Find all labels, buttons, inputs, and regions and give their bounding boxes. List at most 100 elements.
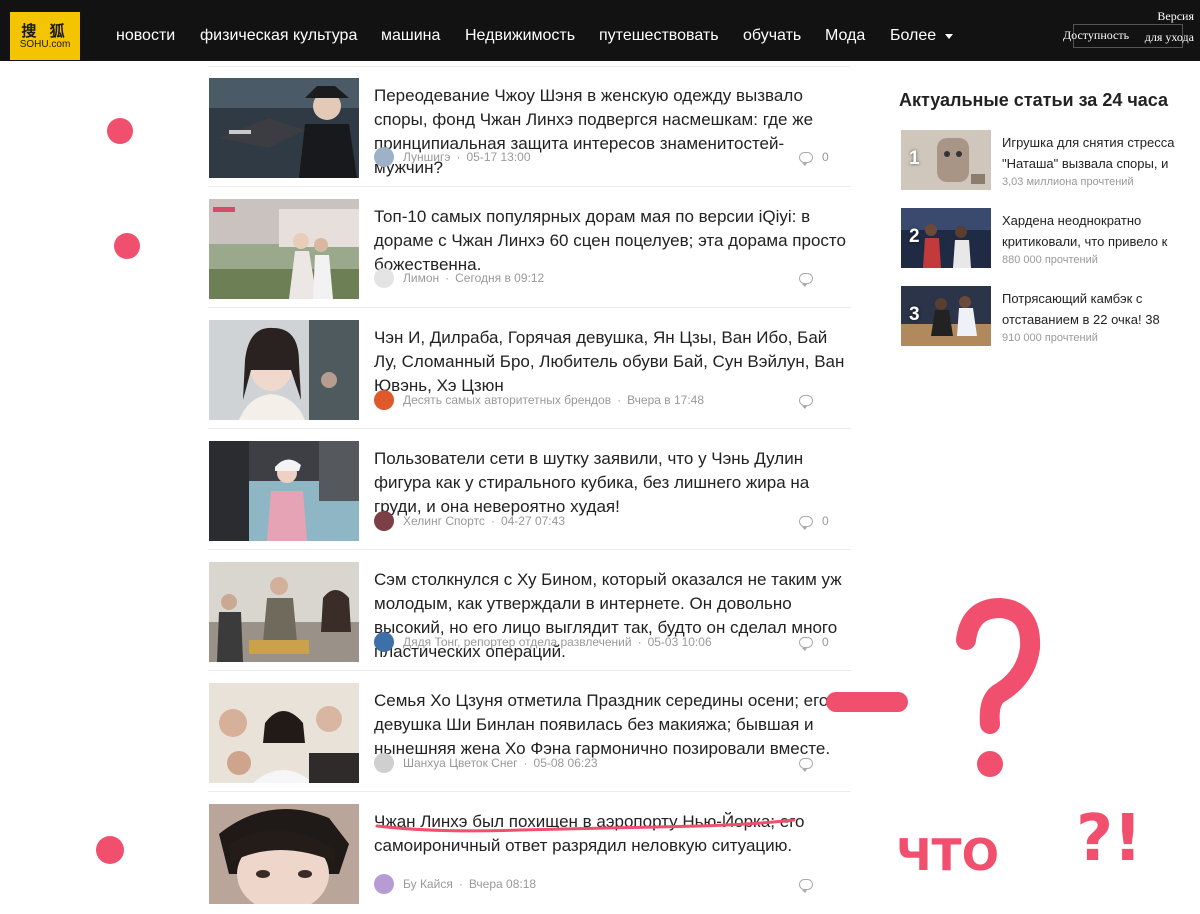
author-name[interactable]: Десять самых авторитетных брендов: [403, 393, 611, 407]
feed-card[interactable]: Топ-10 самых популярных дорам мая по вер…: [208, 188, 851, 308]
comment-count[interactable]: 0: [799, 149, 829, 166]
feed-card[interactable]: Сэм столкнулся с Ху Бином, который оказа…: [208, 551, 851, 671]
comment-count-value: 0: [822, 514, 829, 528]
question-mark-dot: [977, 751, 1003, 777]
comment-count[interactable]: [799, 270, 822, 287]
publish-time: Вчера в 17:48: [627, 393, 705, 407]
nav-item-auto[interactable]: машина: [381, 26, 440, 46]
nav-item-education[interactable]: обучать: [743, 26, 801, 46]
article-meta: Дядя Тонг, репортер отдела развлечений ·…: [374, 632, 712, 652]
article-thumbnail[interactable]: [209, 562, 359, 662]
comment-count[interactable]: [799, 876, 822, 893]
comment-icon: [799, 515, 813, 530]
publish-time: Вчера 08:18: [468, 877, 537, 891]
article-meta: Шанхуа Цветок Снег · 05-08 06:23: [374, 753, 598, 773]
meta-separator: ·: [458, 877, 463, 891]
comment-count[interactable]: 0: [799, 513, 829, 530]
publish-time: 05-08 06:23: [533, 756, 598, 770]
feed-card[interactable]: Семья Хо Цзуня отметила Праздник середин…: [208, 672, 851, 792]
meta-separator: ·: [637, 635, 642, 649]
article-meta: Десять самых авторитетных брендов · Вчер…: [374, 390, 705, 410]
article-thumbnail[interactable]: [209, 683, 359, 783]
author-name[interactable]: Луншигэ: [403, 150, 450, 164]
nav-item-realty[interactable]: Недвижимость: [465, 26, 575, 46]
comment-icon: [799, 636, 813, 651]
article-meta: Лимон · Сегодня в 09:12: [374, 268, 545, 288]
feed-card[interactable]: Чэн И, Дилраба, Горячая девушка, Ян Цзы,…: [208, 309, 851, 429]
elder-version-link[interactable]: Версия для ухода: [1144, 6, 1194, 48]
article-thumbnail[interactable]: [209, 804, 359, 904]
trending-rank: 3: [909, 304, 920, 325]
comment-icon: [799, 151, 813, 166]
article-title[interactable]: Топ-10 самых популярных дорам мая по вер…: [374, 205, 846, 277]
feed-card[interactable]: Пользователи сети в шутку заявили, что у…: [208, 430, 851, 550]
author-avatar[interactable]: [374, 147, 394, 167]
article-thumbnail[interactable]: [209, 320, 359, 420]
article-title[interactable]: Чэн И, Дилраба, Горячая девушка, Ян Цзы,…: [374, 326, 846, 398]
meta-separator: ·: [445, 271, 450, 285]
comment-count[interactable]: [799, 755, 822, 772]
trending-title: Актуальные статьи за 24 часа: [899, 90, 1169, 110]
meta-separator: ·: [617, 393, 622, 407]
question-mark-icon: [956, 597, 1041, 734]
trending-title-text[interactable]: Потрясающий камбэк с отставанием в 22 оч…: [1002, 288, 1192, 330]
marker-dot: [107, 118, 133, 144]
caret-down-icon[interactable]: [945, 34, 953, 39]
trending-reads: 910 000 прочтений: [1002, 332, 1098, 344]
trending-rank: 1: [909, 148, 920, 169]
article-title[interactable]: Пользователи сети в шутку заявили, что у…: [374, 447, 846, 519]
author-name[interactable]: Хелинг Спортс: [403, 514, 485, 528]
article-thumbnail[interactable]: [209, 199, 359, 299]
article-meta: Хелинг Спортс · 04-27 07:43: [374, 511, 565, 531]
article-thumbnail[interactable]: [209, 78, 359, 178]
publish-time: 05-03 10:06: [647, 635, 712, 649]
author-avatar[interactable]: [374, 632, 394, 652]
comment-icon: [799, 394, 813, 409]
handwritten-question-marks: ?!: [1076, 802, 1142, 876]
comment-icon: [799, 878, 813, 893]
comment-count-value: 0: [822, 150, 829, 164]
author-name[interactable]: Шанхуа Цветок Снег: [403, 756, 518, 770]
logo-english-text: SOHU.com: [19, 38, 71, 50]
meta-separator: ·: [523, 756, 528, 770]
meta-separator: ·: [456, 150, 461, 164]
author-avatar[interactable]: [374, 268, 394, 288]
publish-time: Сегодня в 09:12: [455, 271, 545, 285]
comment-count[interactable]: [799, 392, 822, 409]
sohu-logo[interactable]: 搜 狐 SOHU.com: [10, 12, 80, 60]
author-name[interactable]: Бу Кайся: [403, 877, 453, 891]
nav-item-fashion[interactable]: Мода: [825, 26, 865, 46]
article-title[interactable]: Чжан Линхэ был похищен в аэропорту Нью-Й…: [374, 810, 846, 858]
author-avatar[interactable]: [374, 874, 394, 894]
trending-item[interactable]: 2 Хардена неоднократно критиковали, что …: [900, 208, 1195, 272]
publish-time: 05-17 13:00: [466, 150, 531, 164]
trending-item[interactable]: 3 Потрясающий камбэк с отставанием в 22 …: [900, 286, 1195, 350]
meta-separator: ·: [490, 514, 495, 528]
trending-title-text[interactable]: Хардена неоднократно критиковали, что пр…: [1002, 210, 1192, 252]
nav-item-more[interactable]: Более: [890, 26, 936, 46]
article-title[interactable]: Семья Хо Цзуня отметила Праздник середин…: [374, 689, 846, 761]
comment-icon: [799, 757, 813, 772]
marker-dot: [114, 233, 140, 259]
trending-title-text[interactable]: Игрушка для снятия стресса "Наташа" вызв…: [1002, 132, 1192, 174]
comment-count[interactable]: 0: [799, 634, 829, 651]
top-nav-bar: 搜 狐 SOHU.com новости физическая культура…: [0, 0, 1200, 61]
trending-rank: 2: [909, 226, 920, 247]
logo-chinese-text: 搜 狐: [21, 21, 69, 40]
article-thumbnail[interactable]: [209, 441, 359, 541]
trending-item[interactable]: 1 Игрушка для снятия стресса "Наташа" вы…: [900, 130, 1195, 194]
article-title[interactable]: Переодевание Чжоу Шэня в женскую одежду …: [374, 84, 846, 180]
author-name[interactable]: Лимон: [403, 271, 439, 285]
accessibility-link[interactable]: Доступность: [1063, 28, 1129, 43]
trending-reads: 880 000 прочтений: [1002, 254, 1098, 266]
author-avatar[interactable]: [374, 511, 394, 531]
author-name[interactable]: Дядя Тонг, репортер отдела развлечений: [403, 635, 632, 649]
feed-card[interactable]: Чжан Линхэ был похищен в аэропорту Нью-Й…: [208, 793, 851, 913]
author-avatar[interactable]: [374, 390, 394, 410]
author-avatar[interactable]: [374, 753, 394, 773]
nav-item-sports[interactable]: физическая культура: [200, 26, 357, 46]
nav-item-news[interactable]: новости: [116, 26, 175, 46]
publish-time: 04-27 07:43: [500, 514, 565, 528]
nav-item-travel[interactable]: путешествовать: [599, 26, 719, 46]
feed-card[interactable]: Переодевание Чжоу Шэня в женскую одежду …: [208, 67, 851, 187]
